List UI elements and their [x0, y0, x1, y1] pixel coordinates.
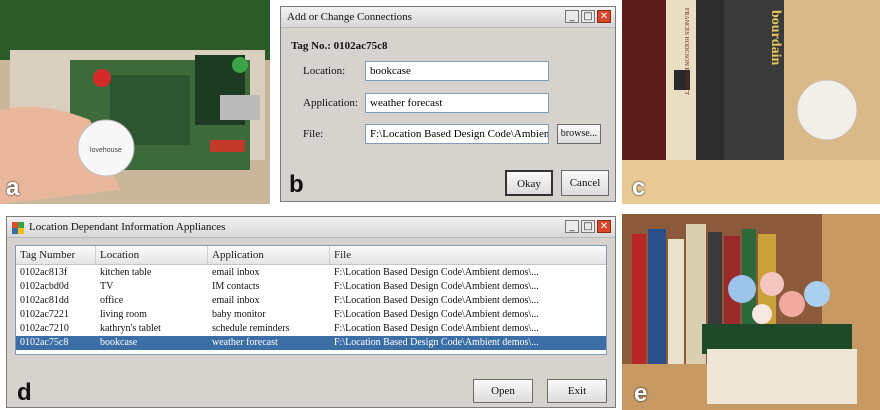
cell-location: bookcase [100, 337, 138, 348]
file-label: File: [303, 128, 324, 140]
table-row[interactable]: 0102ac75c8 bookcase weather forecast F:\Loc… [16, 336, 606, 350]
dialog-titlebar[interactable]: Add or Change Connections _ □ ✕ [281, 7, 615, 28]
col-location[interactable]: Location [96, 246, 208, 264]
okay-button[interactable]: Okay [505, 170, 553, 196]
location-field[interactable]: bookcase [365, 61, 549, 81]
table-row[interactable]: 0102ac813f kitchen table email inbox F:\Loc… [16, 266, 606, 280]
panel-c-photo: bourdain FRANCES HODGSON BURNETT c [622, 0, 880, 204]
table-row[interactable]: 0102acbd0d TV IM contacts F:\Location Based… [16, 280, 606, 294]
cell-application: schedule reminders [212, 323, 290, 334]
location-dependant-app-window: Location Dependant Information Appliance… [6, 216, 616, 408]
panel-label-c: c [632, 174, 646, 201]
panel-a-photo: lovehouse a [0, 0, 270, 204]
cell-location: office [100, 295, 124, 306]
app-close-button[interactable]: ✕ [597, 220, 611, 233]
cell-file: F:\Location Based Design Code\Ambient de… [334, 281, 539, 292]
book-author: FRANCES HODGSON BURNETT [683, 8, 689, 95]
location-label: Location: [303, 65, 346, 77]
browse-button[interactable]: browse... [557, 124, 601, 144]
app-icon [12, 221, 24, 234]
cell-tag: 0102ac7221 [20, 309, 69, 320]
app-titlebar[interactable]: Location Dependant Information Appliance… [7, 217, 615, 238]
cell-location: kathryn's tablet [100, 323, 161, 334]
app-maximize-button[interactable]: □ [581, 220, 595, 233]
cell-file: F:\Location Based Design Code\Ambient de… [334, 267, 539, 278]
cell-application: weather forecast [212, 337, 278, 348]
panel-label-d: d [17, 379, 32, 406]
panel-label-b: b [289, 171, 304, 198]
cell-file: F:\Location Based Design Code\Ambient de… [334, 309, 539, 320]
panel-label-e: e [634, 380, 648, 407]
app-minimize-button[interactable]: _ [565, 220, 579, 233]
cell-location: living room [100, 309, 147, 320]
cell-application: IM contacts [212, 281, 260, 292]
cell-tag: 0102ac813f [20, 267, 68, 278]
dialog-title: Add or Change Connections [287, 11, 412, 23]
cell-application: email inbox [212, 267, 260, 278]
cell-tag: 0102ac75c8 [20, 337, 69, 348]
add-change-connections-dialog: Add or Change Connections _ □ ✕ Tag No.:… [280, 6, 616, 202]
open-button[interactable]: Open [473, 379, 533, 403]
maximize-button[interactable]: □ [581, 10, 595, 23]
close-button[interactable]: ✕ [597, 10, 611, 23]
col-tag-number[interactable]: Tag Number [16, 246, 96, 264]
col-application[interactable]: Application [208, 246, 330, 264]
panel-e-photo: e [622, 214, 880, 410]
col-file[interactable]: File [330, 246, 606, 264]
file-field[interactable]: F:\Location Based Design Code\Ambient [365, 124, 549, 144]
reader-photo: lovehouse [0, 0, 270, 204]
exit-button[interactable]: Exit [547, 379, 607, 403]
cancel-button[interactable]: Cancel [561, 170, 609, 196]
app-title: Location Dependant Information Appliance… [29, 221, 226, 233]
panel-label-a: a [6, 174, 20, 201]
tag-number-label: Tag No.: 0102ac75c8 [291, 40, 388, 52]
cell-tag: 0102ac81dd [20, 295, 69, 306]
application-label: Application: [303, 97, 358, 109]
flower-box-photo [622, 214, 880, 410]
minimize-button[interactable]: _ [565, 10, 579, 23]
list-header: Tag Number Location Application File [16, 246, 606, 265]
cell-file: F:\Location Based Design Code\Ambient de… [334, 295, 539, 306]
cell-tag: 0102ac7210 [20, 323, 69, 334]
application-field[interactable]: weather forecast [365, 93, 549, 113]
table-row[interactable]: 0102ac81dd office email inbox F:\Location B… [16, 294, 606, 308]
cell-file: F:\Location Based Design Code\Ambient de… [334, 337, 539, 348]
cell-location: kitchen table [100, 267, 152, 278]
table-row[interactable]: 0102ac7210 kathryn's tablet schedule remin… [16, 322, 606, 336]
cell-application: baby monitor [212, 309, 266, 320]
cell-application: email inbox [212, 295, 260, 306]
cell-tag: 0102acbd0d [20, 281, 69, 292]
table-row[interactable]: 0102ac7221 living room baby monitor F:\Loca… [16, 308, 606, 322]
connections-list[interactable]: Tag Number Location Application File 010… [15, 245, 607, 355]
tag-text: lovehouse [90, 147, 122, 154]
cell-location: TV [100, 281, 114, 292]
book-title: bourdain [768, 10, 783, 65]
bookshelf-photo: bourdain FRANCES HODGSON BURNETT [622, 0, 880, 204]
cell-file: F:\Location Based Design Code\Ambient de… [334, 323, 539, 334]
